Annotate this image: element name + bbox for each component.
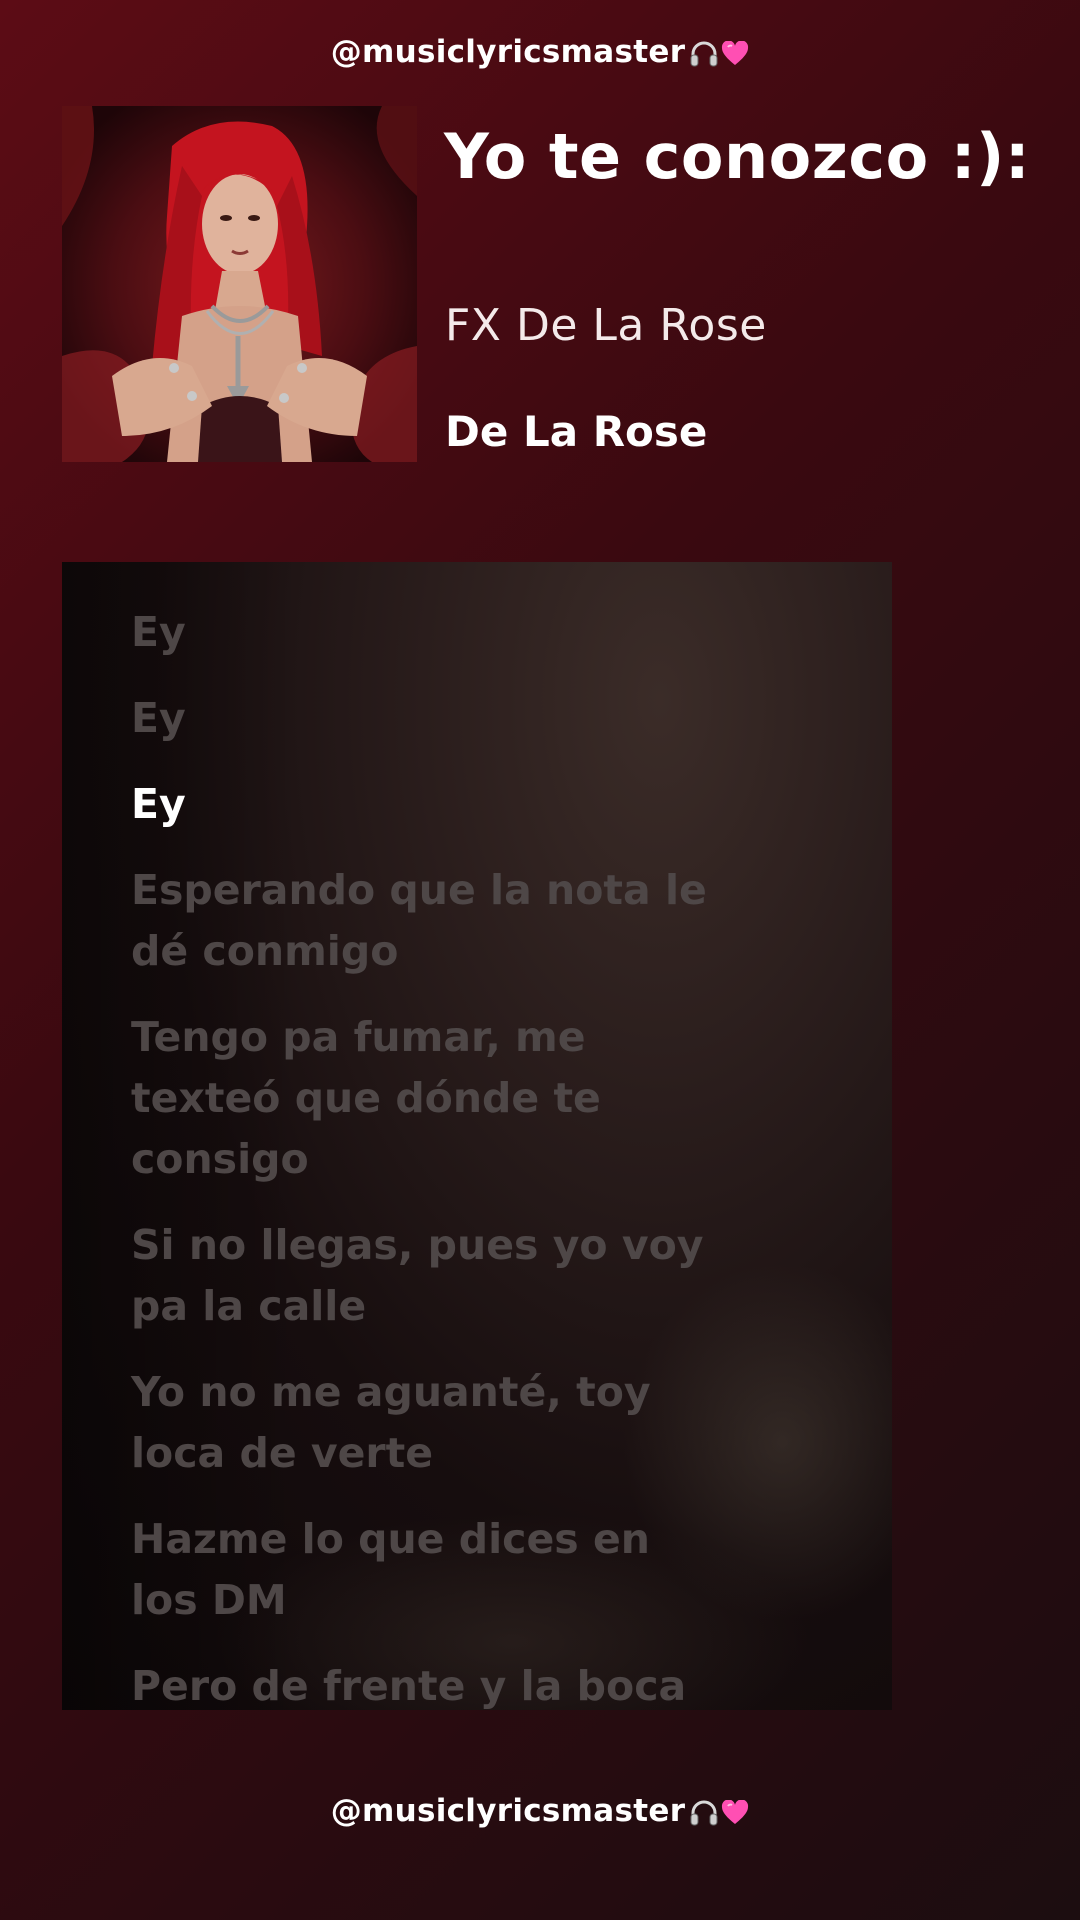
- lyric-line[interactable]: Yo no me aguanté, toy loca de verte: [131, 1362, 711, 1484]
- album-name: De La Rose: [445, 407, 708, 456]
- watermark-handle-bottom: @musiclyricsmaster: [0, 1793, 1080, 1829]
- pink-heart-icon: [722, 40, 749, 65]
- headphones-icon: [690, 41, 718, 66]
- handle-emoji: [689, 40, 749, 68]
- lyric-line[interactable]: Si no llegas, pues yo voy pa la calle: [131, 1215, 771, 1337]
- headphones-icon: [690, 1800, 718, 1825]
- song-title: Yo te conozco :):: [444, 120, 1031, 193]
- artist-name: FX De La Rose: [445, 300, 767, 351]
- lyric-line[interactable]: Esperando que la nota le dé conmigo: [131, 860, 771, 982]
- lyrics-panel[interactable]: Ey Ey Ey Esperando que la nota le dé con…: [62, 562, 892, 1710]
- lyric-line[interactable]: Hazme lo que dices en los DM: [131, 1509, 711, 1631]
- lyric-line[interactable]: Ey: [131, 688, 831, 749]
- watermark-handle-top: @musiclyricsmaster: [0, 34, 1080, 70]
- handle-text: @musiclyricsmaster: [330, 34, 686, 70]
- pink-heart-icon: [722, 1799, 749, 1824]
- album-cover: [62, 106, 417, 462]
- lyric-line-active[interactable]: Ey: [131, 774, 831, 835]
- handle-emoji: [689, 1799, 749, 1827]
- lyric-line[interactable]: Pero de frente y la boca: [131, 1656, 831, 1710]
- handle-text: @musiclyricsmaster: [330, 1793, 686, 1829]
- lyric-line[interactable]: Ey: [131, 602, 831, 663]
- lyric-line[interactable]: Tengo pa fumar, me texteó que dónde te c…: [131, 1007, 691, 1190]
